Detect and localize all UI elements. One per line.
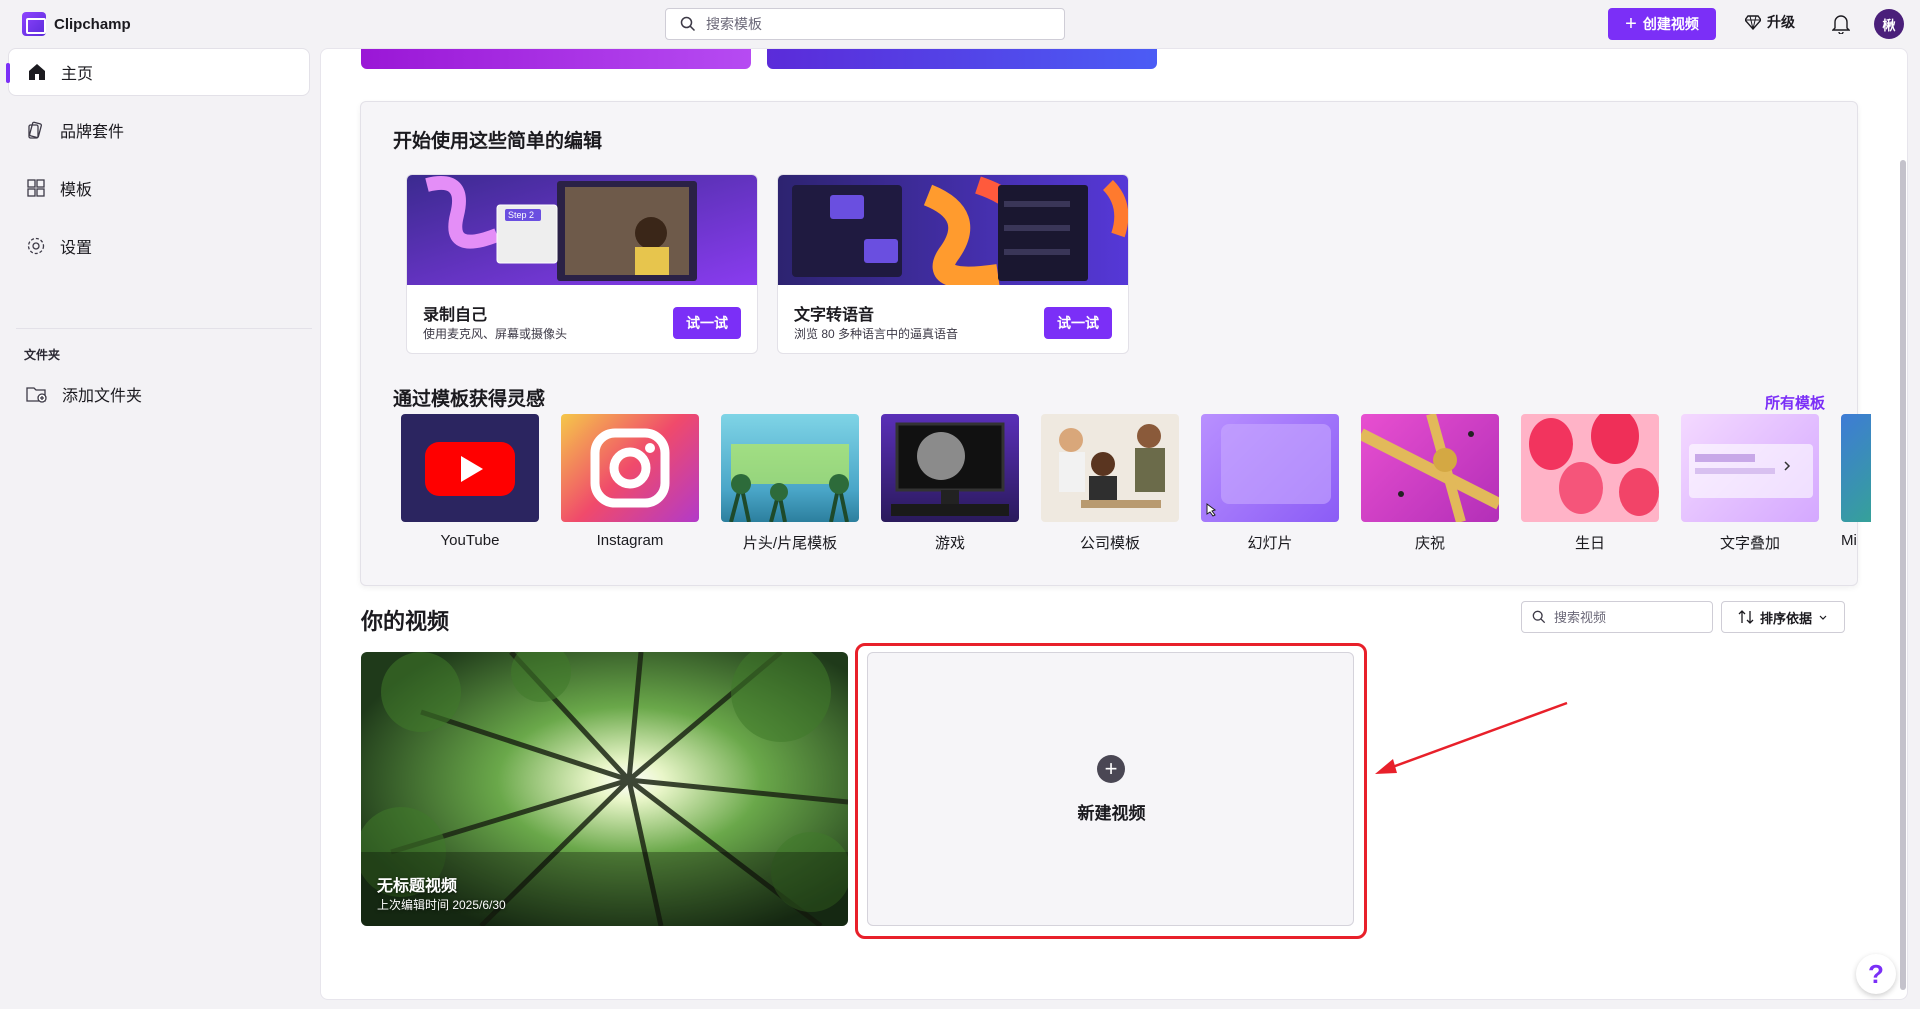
brand-kit-icon: [28, 121, 42, 139]
clipchamp-logo-icon: [22, 12, 46, 36]
template-search-input[interactable]: [706, 16, 1026, 32]
create-video-button[interactable]: + 创建视频: [1608, 8, 1716, 40]
getting-started-panel: 开始使用这些简单的编辑 Step 2 录制自己 使用麦克风、屏幕或摄像头 试一试: [360, 101, 1871, 586]
text-to-speech-title: 文字转语音: [794, 307, 875, 324]
record-yourself-image: Step 2: [407, 175, 757, 285]
app-name: Clipchamp: [54, 15, 131, 33]
search-icon: [1532, 610, 1546, 624]
video-title: 无标题视频: [377, 878, 458, 895]
template-label: 公司模板: [1079, 535, 1140, 552]
template-search[interactable]: [665, 8, 1065, 40]
video-search[interactable]: [1521, 601, 1713, 633]
folders-heading: 文件夹: [24, 348, 61, 362]
all-templates-link[interactable]: 所有模板: [1765, 392, 1825, 413]
arrow-annotation-icon: [1375, 701, 1568, 774]
sort-button[interactable]: 排序依据: [1721, 601, 1845, 633]
sidebar-item-label: 模板: [60, 182, 93, 199]
sidebar-item-brand-kit[interactable]: 品牌套件: [8, 106, 310, 154]
sort-label: 排序依据: [1759, 610, 1812, 626]
try-tts-button[interactable]: 试一试: [1044, 307, 1112, 339]
step-label: Step 2: [508, 210, 534, 220]
celebration-thumbnail: [1361, 414, 1499, 522]
template-text-overlay[interactable]: 文字叠加: [1681, 414, 1819, 553]
upgrade-button[interactable]: 升级: [1745, 12, 1795, 32]
templates-icon: [27, 179, 45, 197]
template-label: 庆祝: [1414, 535, 1445, 552]
plus-icon: +: [1625, 13, 1637, 35]
search-icon: [680, 16, 696, 32]
gear-icon: [27, 237, 45, 255]
sidebar-item-label: 设置: [60, 240, 93, 257]
template-label: YouTube: [440, 532, 500, 549]
add-folder-button[interactable]: 添加文件夹: [8, 370, 310, 418]
add-folder-icon: [26, 387, 47, 403]
template-label: 生日: [1574, 535, 1605, 552]
template-label: 片头/片尾模板: [742, 535, 838, 552]
template-partial[interactable]: Mi: [1841, 414, 1871, 549]
youtube-logo-icon: [425, 442, 515, 496]
business-thumbnail: [1041, 414, 1179, 522]
scrollbar[interactable]: [1900, 160, 1906, 990]
try-record-button[interactable]: 试一试: [673, 307, 741, 339]
text-to-speech-image: [778, 175, 1128, 285]
intro-outro-thumbnail: [721, 414, 859, 522]
birthday-thumbnail: [1521, 414, 1659, 522]
video-last-edited: 上次编辑时间 2025/6/30: [377, 898, 506, 912]
templates-title: 通过模板获得灵感: [393, 389, 546, 410]
template-gaming[interactable]: 游戏: [881, 414, 1019, 553]
help-button[interactable]: ?: [1856, 954, 1896, 994]
create-video-label: 创建视频: [1642, 16, 1699, 32]
slideshow-thumbnail: [1201, 414, 1339, 522]
video-search-input[interactable]: [1554, 609, 1704, 625]
template-label: Instagram: [596, 532, 664, 549]
template-slideshow[interactable]: 幻灯片: [1201, 414, 1339, 553]
highlight-annotation: [855, 643, 1367, 939]
top-bar: Clipchamp + 创建视频 升级 楸: [0, 0, 1920, 48]
banner-card-1[interactable]: [361, 49, 751, 69]
your-videos-title: 你的视频: [361, 609, 450, 634]
template-business[interactable]: 公司模板: [1041, 414, 1179, 553]
main-content: 开始使用这些简单的编辑 Step 2 录制自己 使用麦克风、屏幕或摄像头 试一试: [320, 48, 1908, 1000]
text-overlay-thumbnail: [1681, 414, 1819, 522]
easy-edits-title: 开始使用这些简单的编辑: [393, 131, 603, 152]
template-celebration[interactable]: 庆祝: [1361, 414, 1499, 553]
record-yourself-card[interactable]: Step 2 录制自己 使用麦克风、屏幕或摄像头 试一试: [406, 174, 758, 354]
instagram-thumbnail: [561, 414, 699, 522]
upgrade-label: 升级: [1767, 14, 1795, 30]
template-youtube[interactable]: YouTube: [401, 414, 539, 549]
sidebar: 主页 品牌套件 模板 设置 文件夹 添加文件夹: [0, 48, 318, 1009]
sidebar-item-settings[interactable]: 设置: [8, 222, 310, 270]
template-intro-outro[interactable]: 片头/片尾模板: [721, 414, 859, 553]
template-label: Mi: [1841, 532, 1857, 549]
banner-card-2[interactable]: [767, 49, 1157, 69]
sidebar-item-templates[interactable]: 模板: [8, 164, 310, 212]
home-icon: [29, 64, 45, 80]
video-card[interactable]: 无标题视频 上次编辑时间 2025/6/30: [361, 652, 848, 926]
record-yourself-title: 录制自己: [423, 307, 488, 324]
chevron-down-icon: [1819, 615, 1827, 620]
gaming-thumbnail: [881, 414, 1019, 522]
sort-icon: [1738, 610, 1754, 624]
diamond-icon: [1745, 15, 1761, 30]
sidebar-item-home[interactable]: 主页: [6, 48, 310, 96]
text-to-speech-card[interactable]: 文字转语音 浏览 80 多种语言中的逼真语音 试一试: [777, 174, 1129, 354]
youtube-thumbnail: [401, 414, 539, 522]
record-yourself-subtitle: 使用麦克风、屏幕或摄像头: [423, 327, 568, 341]
add-folder-label: 添加文件夹: [62, 388, 143, 405]
template-label: 游戏: [934, 535, 965, 552]
template-birthday[interactable]: 生日: [1521, 414, 1659, 553]
sidebar-item-label: 主页: [61, 66, 94, 83]
template-label: 文字叠加: [1719, 535, 1780, 552]
instagram-logo-icon: [590, 428, 670, 508]
template-label: 幻灯片: [1247, 535, 1293, 552]
sidebar-divider: [16, 328, 312, 329]
template-instagram[interactable]: Instagram: [561, 414, 699, 549]
sidebar-item-label: 品牌套件: [60, 124, 125, 141]
bell-icon[interactable]: [1832, 14, 1850, 34]
app-brand[interactable]: Clipchamp: [22, 12, 131, 36]
partial-thumbnail: [1841, 414, 1871, 522]
avatar[interactable]: 楸: [1874, 9, 1904, 39]
text-to-speech-subtitle: 浏览 80 多种语言中的逼真语音: [794, 327, 959, 341]
